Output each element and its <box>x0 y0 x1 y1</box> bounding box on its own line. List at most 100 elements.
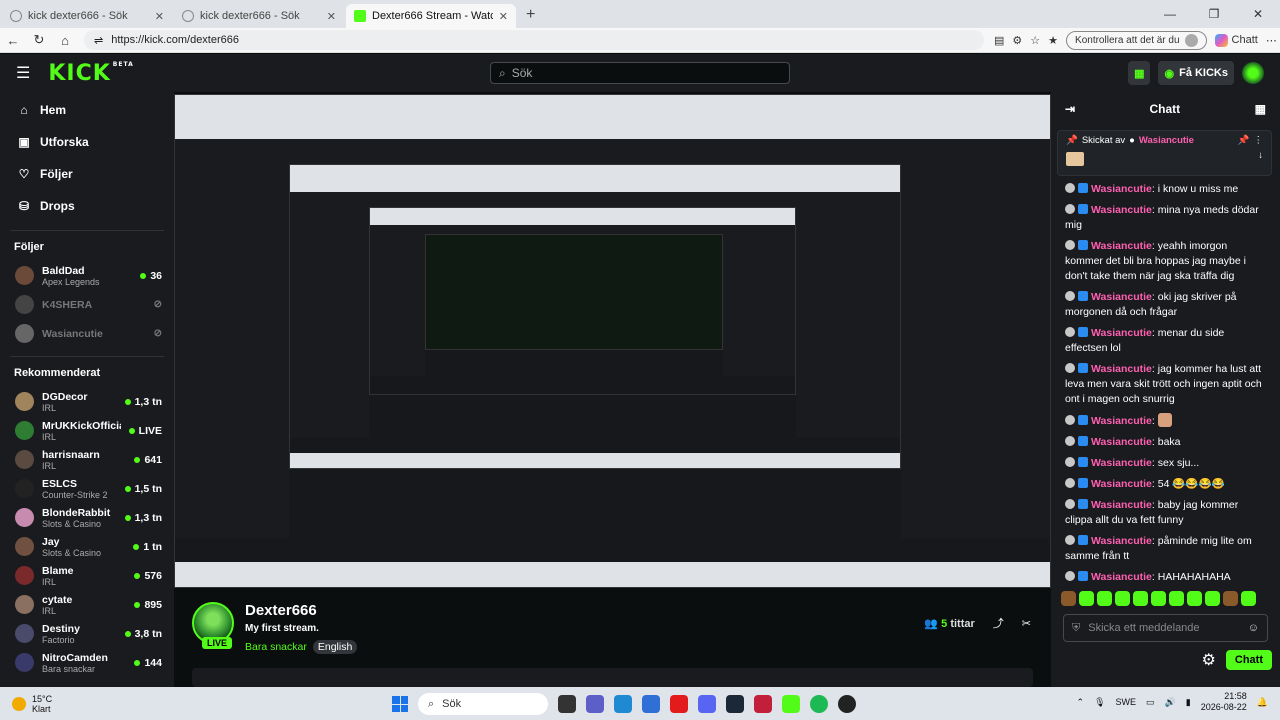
close-tab-icon[interactable]: ✕ <box>327 10 336 23</box>
edge-icon[interactable] <box>614 695 632 713</box>
chat-username[interactable]: Wasiancutie <box>1091 571 1152 583</box>
send-chat-button[interactable]: Chatt <box>1225 650 1272 670</box>
more-menu-icon[interactable]: ⋯ <box>1266 34 1277 47</box>
emote[interactable] <box>1133 591 1148 606</box>
kick-icon[interactable] <box>782 695 800 713</box>
emote[interactable] <box>1061 591 1076 606</box>
chat-username[interactable]: Wasiancutie <box>1091 204 1152 216</box>
emote[interactable] <box>1241 591 1256 606</box>
emote[interactable] <box>1097 591 1112 606</box>
emote[interactable] <box>1169 591 1184 606</box>
chat-username[interactable]: Wasiancutie <box>1091 363 1152 375</box>
copilot-button[interactable]: Chatt <box>1214 33 1258 47</box>
streamer-name[interactable]: Dexter666 <box>245 602 317 619</box>
chat-username[interactable]: Wasiancutie <box>1091 183 1152 195</box>
chat-users-icon[interactable]: ▦ <box>1255 102 1266 116</box>
favorite-star-icon[interactable]: ☆ <box>1030 34 1040 47</box>
more-icon[interactable]: ⋮ <box>1254 135 1264 146</box>
store-icon[interactable] <box>642 695 660 713</box>
clip-icon[interactable]: ✂ <box>1022 617 1031 630</box>
recommended-channel[interactable]: cytate IRL 895 <box>0 590 174 619</box>
chat-username[interactable]: Wasiancutie <box>1091 240 1152 252</box>
recommended-channel[interactable]: BlondeRabbit Slots & Casino 1,3 tn <box>0 503 174 532</box>
following-channel[interactable]: Wasiancutie ⊘ <box>0 319 174 348</box>
angular-icon[interactable] <box>754 695 772 713</box>
emote[interactable] <box>1079 591 1094 606</box>
microphone-icon[interactable]: 🎙 <box>1094 697 1105 708</box>
language-tag[interactable]: English <box>312 640 358 654</box>
notification-bell-icon[interactable]: 🔔 <box>1257 697 1268 708</box>
collapse-chat-icon[interactable]: ⇥ <box>1065 102 1075 116</box>
recommended-channel[interactable]: Jay Slots & Casino 1 tn <box>0 532 174 561</box>
volume-icon[interactable]: 🔊 <box>1165 697 1176 708</box>
url-field[interactable]: ⇌ https://kick.com/dexter666 <box>84 30 984 50</box>
new-tab-button[interactable]: + <box>516 6 545 28</box>
chat-input[interactable]: ⛨ Skicka ett meddelande ☺ <box>1063 614 1268 642</box>
profile-button[interactable]: Kontrollera att det är du <box>1066 30 1207 50</box>
app-icon[interactable] <box>838 695 856 713</box>
emoji-icon[interactable]: ☺ <box>1248 622 1259 634</box>
rewards-button[interactable]: ▦ <box>1128 61 1151 85</box>
emote[interactable] <box>1115 591 1130 606</box>
nav-home[interactable]: ⌂ Hem <box>0 94 174 126</box>
teams-icon[interactable] <box>586 695 604 713</box>
discord-icon[interactable] <box>698 695 716 713</box>
recommended-channel[interactable]: MrUKKickOfficial IRL LIVE <box>0 416 174 445</box>
expand-icon[interactable]: ↓ <box>1258 150 1263 166</box>
task-view-icon[interactable] <box>558 695 576 713</box>
browser-tab[interactable]: kick dexter666 - Sök ✕ <box>2 4 172 28</box>
stream-category[interactable]: Bara snackar <box>245 641 307 653</box>
user-avatar[interactable] <box>1242 62 1264 84</box>
taskbar-search[interactable]: ⌕ Sök <box>418 693 548 715</box>
chat-username[interactable]: Wasiancutie <box>1091 478 1152 490</box>
following-channel[interactable]: K4SHERA ⊘ <box>0 290 174 319</box>
hamburger-menu-icon[interactable]: ☰ <box>16 63 30 83</box>
emote[interactable] <box>1151 591 1166 606</box>
recommended-channel[interactable]: DGDecor IRL 1,3 tn <box>0 387 174 416</box>
close-tab-icon[interactable]: ✕ <box>499 10 508 23</box>
chat-username[interactable]: Wasiancutie <box>1091 499 1152 511</box>
spotify-icon[interactable] <box>810 695 828 713</box>
unpin-icon[interactable]: 📌 <box>1238 135 1250 146</box>
emote[interactable] <box>1187 591 1202 606</box>
pinned-user[interactable]: Wasiancutie <box>1139 135 1194 146</box>
weather-widget[interactable]: 15°C Klart <box>12 694 52 714</box>
emote[interactable] <box>1223 591 1238 606</box>
youtube-icon[interactable] <box>670 695 688 713</box>
network-icon[interactable]: ▭ <box>1146 697 1155 708</box>
chat-username[interactable]: Wasiancutie <box>1091 291 1152 303</box>
close-window-icon[interactable]: ✕ <box>1236 7 1280 21</box>
close-tab-icon[interactable]: ✕ <box>155 10 164 23</box>
nav-drops[interactable]: ⛁ Drops <box>0 190 174 222</box>
video-player[interactable] <box>174 94 1051 588</box>
recommended-channel[interactable]: Destiny Factorio 3,8 tn <box>0 619 174 648</box>
nav-browse[interactable]: ▣ Utforska <box>0 126 174 158</box>
nav-following[interactable]: ♡ Följer <box>0 158 174 190</box>
favorites-icon[interactable]: ★ <box>1048 34 1058 47</box>
browser-tab-active[interactable]: Dexter666 Stream - Watch Live on ✕ <box>346 4 516 28</box>
following-channel[interactable]: BaldDad Apex Legends 36 <box>0 261 174 290</box>
battery-icon[interactable]: ▮ <box>1186 697 1191 708</box>
recommended-channel[interactable]: ESLCS Counter-Strike 2 1,5 tn <box>0 474 174 503</box>
clock[interactable]: 21:58 2026-08-22 <box>1201 691 1247 713</box>
search-input[interactable]: ⌕ Sök <box>490 62 790 84</box>
emote[interactable] <box>1205 591 1220 606</box>
get-kicks-button[interactable]: ◉ Få KICKs <box>1158 61 1234 85</box>
chat-username[interactable]: Wasiancutie <box>1091 327 1152 339</box>
maximize-icon[interactable]: ❐ <box>1192 7 1236 21</box>
chat-username[interactable]: Wasiancutie <box>1091 535 1152 547</box>
extensions-icon[interactable]: ⚙ <box>1012 34 1022 47</box>
recommended-channel[interactable]: NitroCamden Bara snackar 144 <box>0 648 174 677</box>
chat-username[interactable]: Wasiancutie <box>1091 436 1152 448</box>
kick-logo[interactable]: KICK BETA <box>48 61 133 86</box>
home-icon[interactable]: ⌂ <box>52 33 78 48</box>
chat-username[interactable]: Wasiancutie <box>1091 457 1152 469</box>
minimize-icon[interactable]: — <box>1148 7 1192 21</box>
reload-icon[interactable]: ↻ <box>26 32 52 48</box>
steam-icon[interactable] <box>726 695 744 713</box>
chat-username[interactable]: Wasiancutie <box>1091 415 1152 427</box>
settings-gear-icon[interactable]: ⚙ <box>1202 650 1216 670</box>
recommended-channel[interactable]: harrisnaarn IRL 641 <box>0 445 174 474</box>
recommended-channel[interactable]: Blame IRL 576 <box>0 561 174 590</box>
windows-start-icon[interactable] <box>392 696 408 712</box>
